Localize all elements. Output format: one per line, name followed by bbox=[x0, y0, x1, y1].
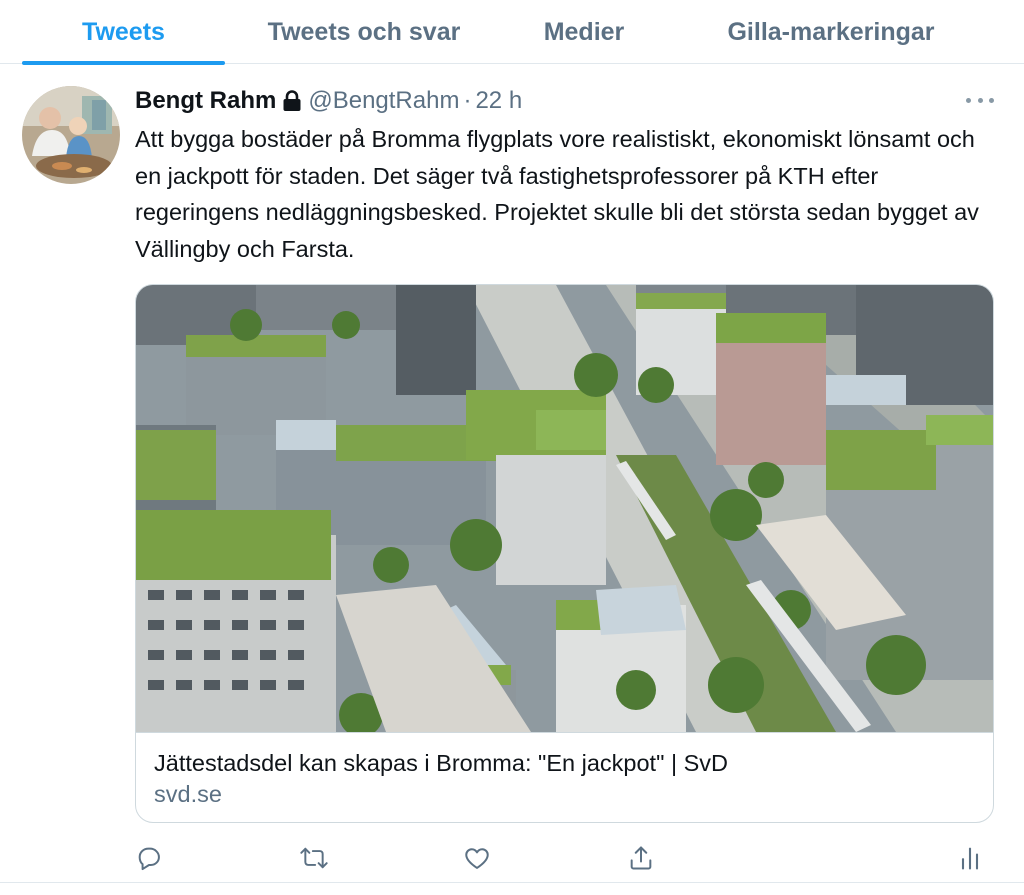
tab-tweets-label: Tweets bbox=[82, 17, 165, 46]
more-dot bbox=[966, 97, 971, 103]
lock-icon bbox=[282, 90, 302, 112]
tab-tweets-and-replies[interactable]: Tweets och svar bbox=[250, 0, 478, 64]
link-card[interactable]: Jättestadsdel kan skapas i Bromma: "En j… bbox=[135, 284, 994, 823]
tweet-header: Bengt Rahm @BengtRahm · 22 h bbox=[135, 85, 522, 117]
reply-icon[interactable] bbox=[134, 843, 164, 873]
more-dot bbox=[989, 97, 994, 103]
avatar[interactable] bbox=[22, 86, 120, 184]
profile-tabs: Tweets Tweets och svar Medier Gilla-mark… bbox=[0, 0, 1024, 65]
tab-likes-label: Gilla-markeringar bbox=[727, 17, 935, 46]
tab-media[interactable]: Medier bbox=[520, 0, 648, 64]
card-title: Jättestadsdel kan skapas i Bromma: "En j… bbox=[154, 750, 728, 776]
tab-media-label: Medier bbox=[543, 17, 625, 46]
analytics-icon[interactable] bbox=[955, 843, 985, 873]
tab-likes[interactable]: Gilla-markeringar bbox=[700, 0, 962, 64]
tweet[interactable]: Bengt Rahm @BengtRahm · 22 h Att bygga b… bbox=[0, 65, 1024, 883]
more-dot bbox=[977, 97, 983, 103]
card-image bbox=[136, 285, 993, 732]
card-info: Jättestadsdel kan skapas i Bromma: "En j… bbox=[136, 732, 993, 822]
separator-dot: · bbox=[463, 87, 472, 114]
tweet-text: Att bygga bostäder på Bromma flygplats v… bbox=[135, 126, 979, 262]
card-domain: svd.se bbox=[154, 781, 222, 807]
tweet-timestamp[interactable]: 22 h bbox=[475, 87, 522, 115]
retweet-icon[interactable] bbox=[299, 843, 329, 873]
like-icon[interactable] bbox=[462, 843, 492, 873]
avatar-photo bbox=[22, 86, 120, 184]
author-handle[interactable]: @BengtRahm bbox=[308, 87, 459, 115]
author-name[interactable]: Bengt Rahm bbox=[135, 87, 276, 115]
more-options-button[interactable] bbox=[966, 90, 994, 110]
tab-tweets[interactable]: Tweets bbox=[22, 0, 225, 65]
share-icon[interactable] bbox=[626, 843, 656, 873]
tab-tweets-and-replies-label: Tweets och svar bbox=[267, 17, 461, 46]
